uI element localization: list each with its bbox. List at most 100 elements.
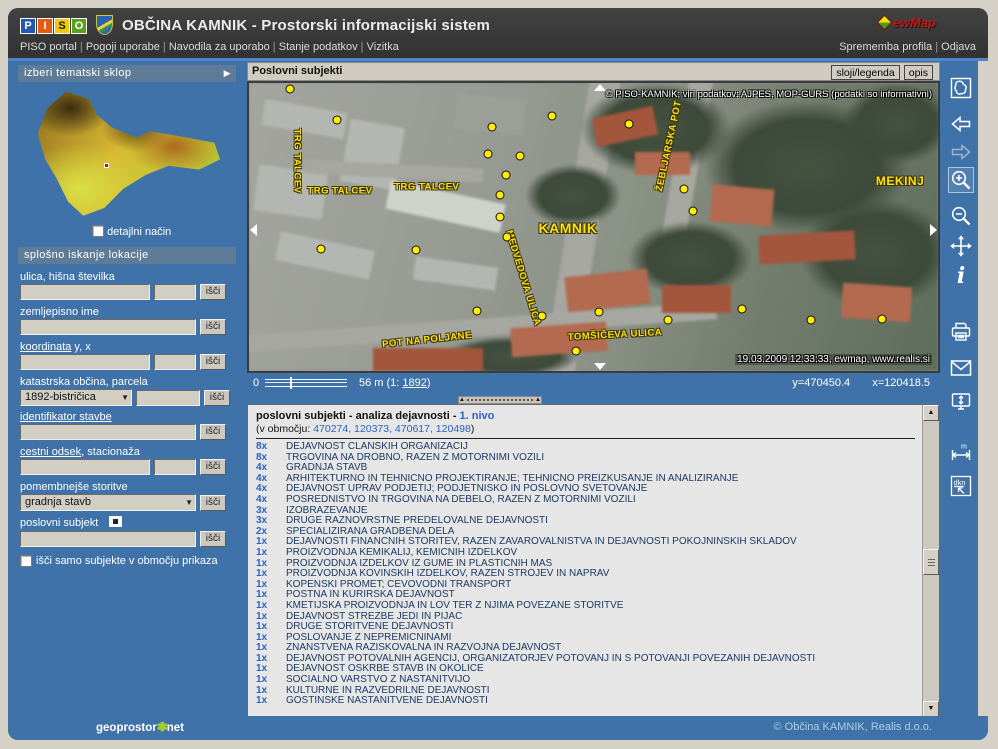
- geoname-field-label: zemljepisno ime: [20, 306, 99, 318]
- result-count[interactable]: 4x: [256, 495, 286, 506]
- geoname-input[interactable]: [20, 319, 196, 335]
- result-row: 1xDEJAVNOSTI FINANČNIH STORITEV, RAZEN Z…: [256, 537, 915, 548]
- dkn-label: dkn: [954, 478, 966, 487]
- road-section-field-label: cestni odsek, stacionaža: [20, 446, 140, 458]
- theme-section-header[interactable]: izberi tematski sklop ▶: [18, 65, 236, 82]
- pan-west-arrow-icon[interactable]: [250, 224, 257, 236]
- area-only-checkbox[interactable]: [20, 555, 32, 567]
- menu-item[interactable]: Odjava: [941, 41, 976, 53]
- building-id-search-button[interactable]: išči: [200, 424, 226, 440]
- description-button[interactable]: opis: [904, 65, 933, 80]
- result-row: 1xDRUGE STORITVENE DEJAVNOSTI: [256, 622, 915, 633]
- result-label: KULTURNE IN RAZVEDRILNE DEJAVNOSTI: [286, 686, 490, 697]
- menu-item[interactable]: Pogoji uporabe: [86, 41, 169, 53]
- zoom-in-icon: [949, 168, 973, 192]
- full-extent-button[interactable]: [948, 75, 974, 101]
- info-button[interactable]: i: [948, 263, 974, 289]
- business-search-button[interactable]: išči: [200, 531, 226, 547]
- pan-north-arrow-icon[interactable]: [594, 84, 606, 91]
- ewmap-logo[interactable]: ewMap: [880, 15, 936, 30]
- result-row: 8xDEJAVNOST ČLANSKIH ORGANIZACIJ: [256, 442, 915, 453]
- zoom-out-button[interactable]: [948, 203, 974, 229]
- services-search-button[interactable]: išči: [200, 495, 226, 511]
- print-button[interactable]: [948, 319, 974, 345]
- dkn-button[interactable]: dkn: [948, 473, 974, 499]
- forward-button-disabled[interactable]: [948, 139, 974, 165]
- building-id-link[interactable]: identifikator stavbe: [20, 411, 112, 423]
- geoname-search-button[interactable]: išči: [200, 319, 226, 335]
- coordinate-x-input[interactable]: [154, 354, 196, 370]
- road-section-link[interactable]: cestni odsek: [20, 446, 81, 458]
- business-location-dot: [332, 115, 341, 124]
- business-location-dot: [689, 206, 698, 215]
- result-count[interactable]: 1x: [256, 601, 286, 612]
- scroll-thumb[interactable]: [923, 549, 939, 575]
- cadastral-search-button[interactable]: išči: [204, 390, 230, 406]
- scale-label-close: ): [427, 377, 431, 389]
- scroll-down-button[interactable]: ▼: [923, 701, 939, 717]
- menu-item[interactable]: PISO portal: [20, 41, 86, 53]
- fullscreen-button[interactable]: [948, 389, 974, 415]
- map-toolbar: i m dkn: [944, 61, 978, 561]
- road-section-input[interactable]: [20, 459, 150, 475]
- municipality-overview-map[interactable]: [32, 89, 222, 217]
- splitter-arrow-icon: ▲: [459, 397, 465, 403]
- parcel-input[interactable]: [136, 390, 200, 406]
- expand-arrow-icon[interactable]: ▶: [224, 65, 231, 82]
- menu-item[interactable]: Navodila za uporabo: [169, 41, 279, 53]
- splitter-arrow-icon: ▲: [535, 397, 541, 403]
- search-section-label: splošno iskanje lokacije: [24, 249, 149, 261]
- road-search-button[interactable]: išči: [200, 459, 226, 475]
- measure-button[interactable]: m: [948, 441, 974, 467]
- business-location-dot: [285, 85, 294, 94]
- area-prefix: (v območju:: [256, 423, 313, 435]
- scalebar-graphic[interactable]: [265, 379, 347, 387]
- business-location-dot: [537, 312, 546, 321]
- result-row: 1xKOPENSKI PROMET; CEVOVODNI TRANSPORT: [256, 580, 915, 591]
- street-input[interactable]: [20, 284, 150, 300]
- services-select[interactable]: gradnja stavb: [20, 494, 196, 511]
- pan-east-arrow-icon[interactable]: [930, 224, 937, 236]
- results-scrollbar[interactable]: ▲ ▼: [922, 405, 939, 717]
- printer-icon: [949, 320, 973, 344]
- menu-item[interactable]: Sprememba profila: [839, 41, 941, 53]
- map-street-label: MEKINJ: [876, 174, 924, 188]
- monitor-resize-icon: [949, 390, 973, 414]
- results-level-link[interactable]: 1. nivo: [460, 410, 495, 422]
- scale-ratio-link[interactable]: 1892: [402, 377, 426, 389]
- street-search-button[interactable]: išči: [200, 284, 226, 300]
- result-label: TRGOVINA NA DROBNO, RAZEN Z MOTORNIMI VO…: [286, 453, 544, 464]
- coordinate-link[interactable]: koordinata: [20, 341, 71, 353]
- chainage-input[interactable]: [154, 459, 196, 475]
- result-count[interactable]: 1x: [256, 548, 286, 559]
- pan-button[interactable]: [948, 233, 974, 259]
- map-title-bar: opis sloji/legenda Poslovni subjekti: [247, 62, 940, 81]
- detail-mode-checkbox[interactable]: [92, 225, 104, 237]
- building-id-input[interactable]: [20, 424, 196, 440]
- mail-button[interactable]: [948, 355, 974, 381]
- result-row: 1xPOŠTNA IN KURIRSKA DEJAVNOST: [256, 590, 915, 601]
- result-row: 1xSOCIALNO VARSTVO Z NASTANITVIJO: [256, 675, 915, 686]
- pan-south-arrow-icon[interactable]: [594, 363, 606, 370]
- scroll-up-button[interactable]: ▲: [923, 405, 939, 421]
- result-row: 1xKMETIJSKA PROIZVODNJA IN LOV TER Z NJI…: [256, 601, 915, 612]
- result-label: POSREDNIŠTVO IN TRGOVINA NA DEBELO, RAZE…: [286, 495, 636, 506]
- house-number-input[interactable]: [154, 284, 196, 300]
- result-count[interactable]: 1x: [256, 696, 286, 707]
- ewmap-label: ewMap: [893, 15, 936, 30]
- layers-legend-button[interactable]: sloji/legenda: [831, 65, 899, 80]
- panel-splitter-handle[interactable]: ▲ ▲: [458, 396, 542, 404]
- piso-logo-letters: PISO: [20, 16, 88, 34]
- geoprostor-logo[interactable]: geoprostor✱net: [96, 720, 184, 734]
- zoom-in-button-active[interactable]: [948, 167, 974, 193]
- back-button[interactable]: [948, 111, 974, 137]
- result-count[interactable]: 8x: [256, 442, 286, 453]
- business-input[interactable]: [20, 531, 196, 547]
- business-marker-icon[interactable]: [109, 516, 122, 527]
- cadastral-select[interactable]: 1892-bistričica: [20, 389, 132, 406]
- menu-item[interactable]: Stanje podatkov: [279, 41, 367, 53]
- coordinate-y-input[interactable]: [20, 354, 150, 370]
- map-viewport[interactable]: TRG TALCEVTRG TALCEVTRG TALCEVMEDVEDOVA …: [247, 81, 940, 373]
- menu-item[interactable]: Vizitka: [367, 41, 399, 53]
- coordinate-search-button[interactable]: išči: [200, 354, 226, 370]
